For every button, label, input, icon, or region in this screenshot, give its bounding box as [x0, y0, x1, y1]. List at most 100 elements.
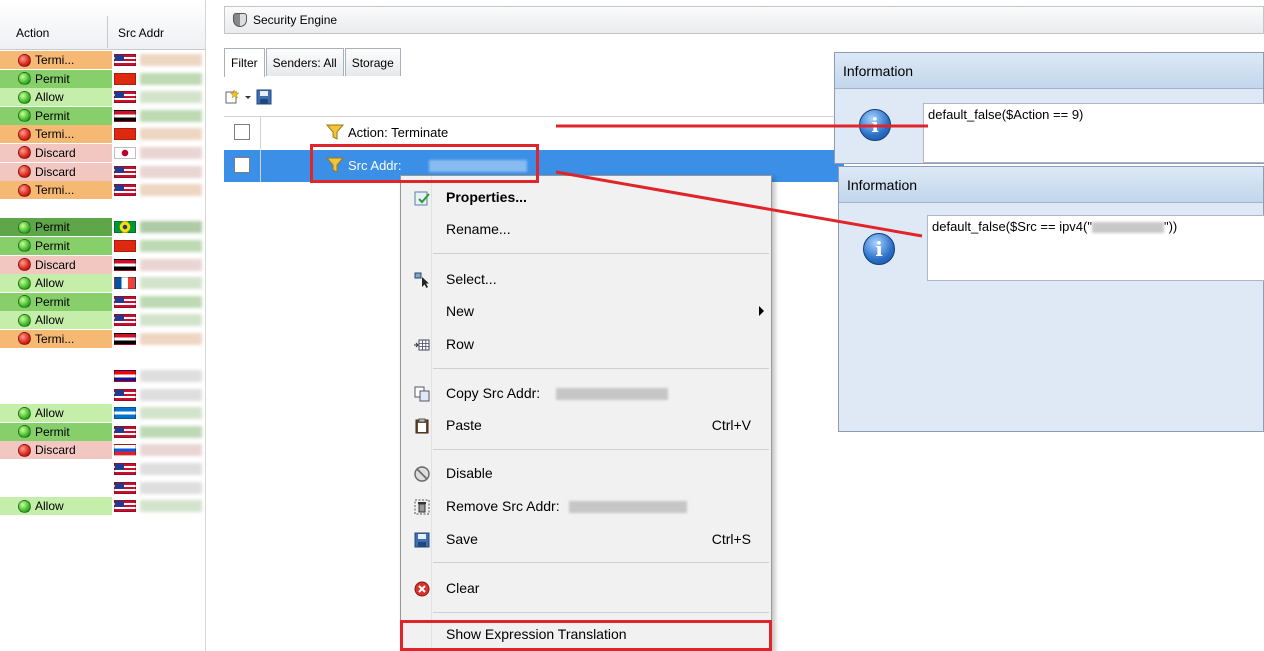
status-red-icon: [18, 183, 31, 197]
menu-item-select[interactable]: Select...: [401, 264, 771, 296]
menu-separator: [433, 612, 769, 613]
new-filter-icon[interactable]: [224, 89, 240, 105]
log-row[interactable]: Termi...: [0, 125, 205, 144]
log-row[interactable]: [0, 460, 205, 479]
log-row[interactable]: Termi...: [0, 329, 205, 349]
log-row[interactable]: Allow: [0, 88, 205, 107]
log-row[interactable]: Permit: [0, 69, 205, 89]
window-title: Security Engine: [253, 13, 338, 27]
log-row[interactable]: Allow: [0, 497, 205, 516]
divider: [260, 150, 261, 182]
redacted-src-addr: [140, 388, 202, 401]
action-cell: Allow: [0, 274, 112, 293]
menu-item-properties[interactable]: Properties...: [401, 182, 771, 214]
flag-us-icon: [114, 295, 136, 308]
action-cell: [0, 367, 112, 386]
menu-item-remove-src-addr[interactable]: Remove Src Addr:: [401, 491, 771, 523]
redacted-src-addr: [140, 500, 202, 513]
action-label: Permit: [35, 238, 70, 253]
tab-senders-all[interactable]: Senders: All: [265, 48, 344, 76]
log-row[interactable]: Permit: [0, 218, 205, 237]
flag-fr-icon: [114, 277, 136, 290]
status-green-icon: [18, 425, 31, 439]
log-row[interactable]: Discard: [0, 143, 205, 163]
menu-label: Row: [446, 336, 475, 352]
menu-item-paste[interactable]: Paste Ctrl+V: [401, 410, 771, 442]
menu-label: Select...: [446, 271, 497, 287]
flag-us-icon: [114, 425, 136, 438]
redacted-src-addr: [140, 332, 202, 345]
properties-icon: [414, 191, 430, 206]
log-row[interactable]: Permit: [0, 106, 205, 126]
flag-us-icon: [114, 481, 136, 494]
action-cell: Permit: [0, 69, 112, 88]
dropdown-arrow-icon[interactable]: [244, 89, 252, 105]
log-row[interactable]: Permit: [0, 292, 205, 312]
menu-item-clear[interactable]: Clear: [401, 573, 771, 605]
log-row[interactable]: Termi...: [0, 51, 205, 70]
status-red-icon: [18, 165, 31, 179]
status-green-icon: [18, 239, 31, 253]
redacted-src-addr: [140, 370, 202, 383]
flag-us-icon: [114, 54, 136, 66]
remove-icon: [414, 499, 430, 515]
action-label: Allow: [35, 276, 64, 291]
log-row[interactable]: Discard: [0, 162, 205, 182]
log-row[interactable]: [0, 385, 205, 405]
action-cell: [0, 460, 112, 479]
expression-prefix: default_false($Src == ipv4(": [932, 219, 1092, 234]
tab-filter[interactable]: Filter: [224, 48, 265, 77]
menu-item-row[interactable]: Row: [401, 329, 771, 361]
dialog-title[interactable]: Information: [835, 53, 1263, 89]
menu-item-copy-src-addr[interactable]: Copy Src Addr:: [401, 378, 771, 410]
status-green-icon: [18, 72, 31, 86]
filter-checkbox[interactable]: [234, 124, 250, 140]
menu-label: Copy Src Addr:: [446, 385, 541, 401]
action-cell: Allow: [0, 497, 112, 516]
column-header-src-addr[interactable]: Src Addr: [118, 26, 164, 40]
log-row[interactable]: [0, 199, 205, 219]
flag-us-icon: [114, 91, 136, 104]
save-icon[interactable]: [256, 89, 272, 105]
log-row[interactable]: Allow: [0, 404, 205, 423]
log-row[interactable]: [0, 348, 205, 368]
log-row[interactable]: Permit: [0, 236, 205, 256]
redacted-src-addr: [140, 295, 202, 308]
action-label: Discard: [35, 164, 76, 179]
dialog-title[interactable]: Information: [839, 167, 1263, 203]
status-green-icon: [18, 276, 31, 290]
filter-checkbox[interactable]: [234, 157, 250, 173]
log-row[interactable]: Discard: [0, 441, 205, 461]
log-row[interactable]: Permit: [0, 422, 205, 442]
flag-cn-icon: [114, 128, 136, 141]
menu-item-save[interactable]: Save Ctrl+S: [401, 524, 771, 556]
log-row[interactable]: Allow: [0, 311, 205, 330]
redacted-address: [569, 501, 687, 513]
flag-jp-icon: [114, 146, 136, 159]
status-green-icon: [18, 499, 31, 513]
log-row[interactable]: Termi...: [0, 181, 205, 200]
menu-label: Save: [446, 531, 478, 547]
log-row[interactable]: [0, 367, 205, 386]
menu-item-rename[interactable]: Rename...: [401, 214, 771, 246]
flag-us-icon: [114, 500, 136, 513]
menu-item-new[interactable]: New: [401, 296, 771, 328]
highlight-src-addr-filter: [310, 144, 539, 183]
column-divider[interactable]: [107, 16, 108, 48]
expression-text[interactable]: default_false($Action == 9): [923, 103, 1264, 163]
action-cell: Permit: [0, 292, 112, 311]
expression-text[interactable]: default_false($Src == ipv4(" ")): [927, 215, 1264, 281]
save-icon: [414, 532, 430, 548]
log-row[interactable]: Allow: [0, 274, 205, 293]
log-table-header: Action Src Addr: [0, 0, 205, 50]
log-row[interactable]: [0, 478, 205, 498]
log-row[interactable]: Discard: [0, 255, 205, 275]
action-cell: Termi...: [0, 51, 112, 69]
action-label: Permit: [35, 424, 70, 439]
column-header-action[interactable]: Action: [16, 26, 49, 40]
security-engine-titlebar[interactable]: Security Engine: [224, 6, 1264, 34]
action-cell: [0, 199, 112, 218]
status-red-icon: [18, 443, 31, 457]
menu-item-disable[interactable]: Disable: [401, 458, 771, 490]
tab-storage[interactable]: Storage: [344, 48, 401, 76]
